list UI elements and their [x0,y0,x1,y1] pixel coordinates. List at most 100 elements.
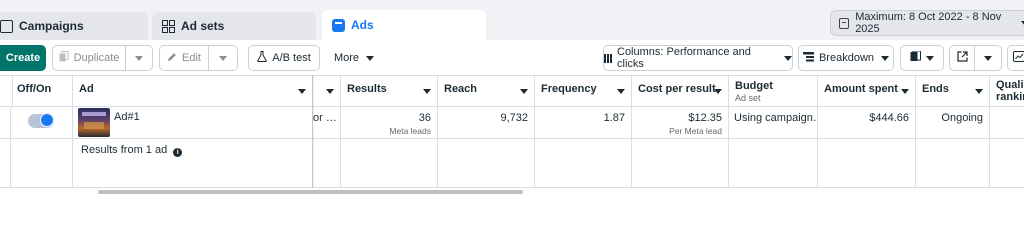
summary-spacer [341,139,438,188]
duplicate-button[interactable]: Duplicate [52,45,126,71]
create-button[interactable]: Create [0,45,46,71]
chevron-down-icon [298,89,306,94]
breakdown-button[interactable]: Breakdown [798,45,894,71]
columns-button-label: Columns: Performance and clicks [617,46,751,70]
column-ends-label: Ends [922,83,949,95]
column-results[interactable]: Results [341,75,438,107]
export-dropdown-button[interactable] [974,45,1002,71]
info-icon[interactable]: i [173,148,183,157]
chevron-down-icon [984,55,992,61]
summary-cell: Results from 1 ad i [73,139,313,188]
chevron-down-icon [135,55,143,61]
frozen-column-shadow [312,75,315,188]
edit-dropdown-button[interactable] [208,45,238,71]
duplicate-dropdown-button[interactable] [125,45,153,71]
column-budget-label: Budget [735,80,773,92]
tab-ads-label: Ads [351,18,374,32]
chevron-down-icon [219,55,227,61]
ends-cell: Ongoing [916,107,990,138]
tab-ad-sets[interactable]: Ad sets [152,12,316,40]
column-quality-line1: Quali [996,79,1024,91]
column-reach-label: Reach [444,83,478,95]
chevron-down-icon [975,89,983,94]
ab-test-button[interactable]: A/B test [248,45,320,71]
reports-icon [910,50,921,65]
summary-spacer [818,139,916,188]
ads-table: Off/On Ad Results Reach Frequency Cost p… [0,75,1024,188]
edit-icon [167,52,177,65]
delivery-cell: or … [313,107,341,138]
column-ad-label: Ad [79,83,94,95]
results-cell: 36 Meta leads [341,107,438,138]
tab-ads[interactable]: Ads [322,10,486,40]
horizontal-scrollbar[interactable] [98,190,523,194]
chart-icon [1013,51,1024,65]
column-budget-sublabel: Ad set [735,93,761,103]
ad-thumbnail[interactable] [78,108,110,137]
column-results-label: Results [347,83,387,95]
breakdown-icon [802,51,814,65]
quality-ranking-cell [990,107,1024,138]
columns-icon [604,53,612,63]
column-ad[interactable]: Ad [73,75,313,107]
campaigns-icon [0,19,13,33]
export-button[interactable] [949,45,975,71]
column-cost-per-result[interactable]: Cost per result [632,75,729,107]
duplicate-icon [59,51,69,65]
calendar-icon [839,17,850,29]
breakdown-button-label: Breakdown [818,52,875,64]
column-off-on[interactable]: Off/On [11,75,73,107]
summary-spacer [438,139,535,188]
chart-button[interactable] [1007,45,1024,71]
column-quality-line2: rankin [996,91,1024,103]
more-button[interactable]: More [326,45,382,71]
column-ends[interactable]: Ends [916,75,990,107]
tab-campaigns-label: Campaigns [19,19,84,33]
date-range-label: Maximum: 8 Oct 2022 - 8 Nov 2025 [855,11,1002,35]
summary-spacer [729,139,818,188]
summary-label: Results from 1 ad [81,144,168,156]
chevron-down-icon [326,89,334,94]
column-amount-spent-label: Amount spent [824,83,898,95]
column-budget[interactable]: Budget Ad set [729,75,818,107]
cost-per-result-cell: $12.35 Per Meta lead [632,107,729,138]
column-delivery[interactable] [313,75,341,107]
chevron-down-icon [881,55,890,61]
column-quality-ranking[interactable]: Quali rankin [990,75,1024,107]
ad-on-off-toggle[interactable] [28,113,54,128]
column-frequency[interactable]: Frequency [535,75,632,107]
ad-name-link[interactable]: Ad#1 [114,111,140,123]
column-amount-spent[interactable]: Amount spent [818,75,916,107]
results-value: 36 [418,112,431,124]
edit-button[interactable]: Edit [159,45,209,71]
ab-test-button-label: A/B test [272,52,311,64]
chevron-down-icon [366,55,375,61]
duplicate-button-label: Duplicate [73,52,120,64]
budget-cell[interactable]: Using campaign… [729,107,818,138]
ads-icon [332,18,345,32]
edit-button-label: Edit [182,52,201,64]
tab-bar: Campaigns Ad sets Ads Maximum: 8 Oct 202… [0,0,1024,40]
flask-icon [257,51,268,65]
tab-campaigns[interactable]: Campaigns [0,12,148,40]
summary-spacer [313,139,341,188]
reach-cell: 9,732 [438,107,535,138]
date-range-picker[interactable]: Maximum: 8 Oct 2022 - 8 Nov 2025 [830,10,1024,36]
toggle-knob [40,113,54,127]
chevron-down-icon [714,89,722,94]
columns-button[interactable]: Columns: Performance and clicks [603,45,793,71]
reports-button[interactable] [900,45,944,71]
column-frequency-label: Frequency [541,83,597,95]
summary-spacer [535,139,632,188]
column-reach[interactable]: Reach [438,75,535,107]
chevron-down-icon [617,89,625,94]
results-sublabel: Meta leads [389,126,431,136]
create-button-label: Create [5,52,41,64]
row-checkbox-cell[interactable] [0,107,11,138]
chevron-down-icon [926,55,934,61]
column-off-on-label: Off/On [17,83,52,95]
toolbar: Create Duplicate Edit A/B test More Colu… [0,40,1024,76]
summary-spacer [916,139,990,188]
cost-per-result-value: $12.35 [688,112,722,124]
ad-sets-icon [162,19,175,33]
